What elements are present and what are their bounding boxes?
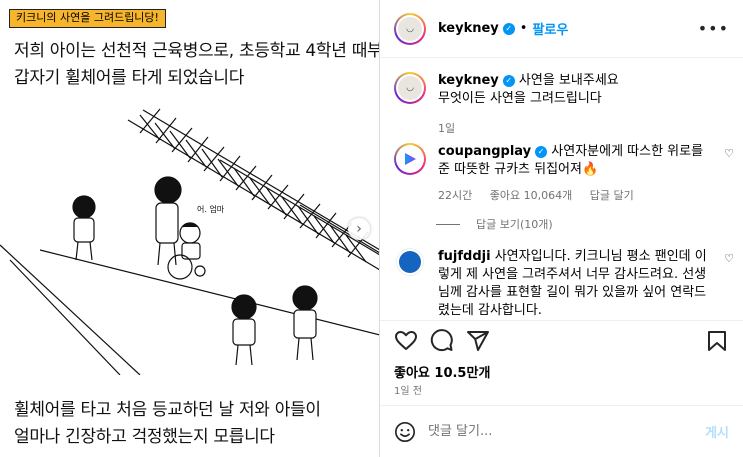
comment-input[interactable] xyxy=(428,424,706,439)
comment-like-heart-icon[interactable]: ♡ xyxy=(724,147,734,160)
header-separator: • xyxy=(519,21,528,36)
comment-avatar[interactable] xyxy=(396,248,424,276)
follow-button[interactable]: 팔로우 xyxy=(532,19,568,38)
header-username[interactable]: keykney xyxy=(438,21,499,36)
likes-count[interactable]: 좋아요 10.5만개 xyxy=(394,362,490,381)
more-options-icon[interactable]: ••• xyxy=(698,19,729,38)
bookmark-icon[interactable] xyxy=(705,329,729,353)
avatar-face-icon: ◡ xyxy=(398,16,422,41)
caption-time: 1일 xyxy=(438,122,456,135)
comic-text-line-3: 휠체어를 타고 처음 등교하던 날 저와 아들이 xyxy=(14,400,321,420)
verified-badge-icon: ✓ xyxy=(502,22,515,35)
caption-avatar[interactable]: ◡ xyxy=(394,72,426,104)
instagram-post: 키크니의 사연을 그려드립니당! 저희 아이는 선천적 근육병으로, 초등학교 … xyxy=(0,0,743,457)
blue-circle-icon xyxy=(399,251,421,273)
kid-figure-left xyxy=(72,195,96,261)
emoji-icon[interactable] xyxy=(394,421,416,443)
verified-badge-icon: ✓ xyxy=(535,145,548,158)
comment-avatar[interactable] xyxy=(394,143,426,175)
add-comment-bar: 게시 xyxy=(380,405,743,457)
caption-username[interactable]: keykney xyxy=(438,73,499,88)
comment-item: fujfddji 사연자입니다. 키크니님 평소 팬인데 이렇게 제 사연을 그… xyxy=(394,248,734,320)
post-image[interactable]: 키크니의 사연을 그려드립니당! 저희 아이는 선천적 근육병으로, 초등학교 … xyxy=(0,0,380,457)
verified-badge-icon: ✓ xyxy=(502,74,515,87)
reply-button[interactable]: 답글 달기 xyxy=(590,189,634,202)
comment-username[interactable]: coupangplay xyxy=(438,144,531,159)
comment-item: coupangplay ✓ 사연자분에게 따스한 위로를 준 따뜻한 규카츠 뒤집… xyxy=(394,143,734,205)
replies-divider xyxy=(436,223,460,225)
play-logo-icon xyxy=(398,147,422,171)
comic-text-line-1: 저희 아이는 선천적 근육병으로, 초등학교 4학년 때부터 xyxy=(14,41,380,61)
share-icon[interactable] xyxy=(466,329,490,353)
post-header: ◡ keykney ✓ • 팔로우 ••• xyxy=(380,0,743,58)
kid-figure-middle xyxy=(231,294,257,366)
action-bar xyxy=(380,320,743,360)
mother-figure xyxy=(154,176,182,266)
comment-username[interactable]: fujfddji xyxy=(438,249,491,264)
view-replies-button[interactable]: 답글 보기(10개) xyxy=(436,216,553,232)
post-time: 1일 전 xyxy=(394,386,422,397)
avatar-face-icon: ◡ xyxy=(398,76,422,100)
comic-illustration: 어. 엄마 xyxy=(0,108,379,375)
post-sidebar: ◡ keykney ✓ • 팔로우 ••• ◡ keykney ✓ 사연을 보내주… xyxy=(380,0,743,457)
comment-bubble-icon[interactable] xyxy=(430,329,454,353)
comment-like-heart-icon[interactable]: ♡ xyxy=(724,252,734,265)
view-replies-label: 답글 보기(10개) xyxy=(476,218,553,231)
comic-tag: 키크니의 사연을 그려드립니당! xyxy=(9,9,166,28)
caption: ◡ keykney ✓ 사연을 보내주세요 무엇이든 사연을 그려드립니다 1일 xyxy=(394,72,734,138)
next-image-button[interactable]: › xyxy=(348,218,370,240)
comment-likes[interactable]: 좋아요 10,064개 xyxy=(490,189,572,202)
like-heart-icon[interactable] xyxy=(394,329,418,353)
comment-time: 22시간 xyxy=(438,189,473,202)
comic-text-line-4: 얼마나 긴장하고 걱정했는지 모릅니다 xyxy=(14,427,275,447)
speech-bubble: 어. 엄마 xyxy=(197,204,225,214)
kid-figure-right xyxy=(292,285,318,361)
caption-text-line-2: 무엇이든 사연을 그려드립니다 xyxy=(438,91,602,106)
avatar[interactable]: ◡ xyxy=(394,12,426,45)
caption-text-line-1: 사연을 보내주세요 xyxy=(518,73,619,88)
post-comment-button[interactable]: 게시 xyxy=(705,422,729,441)
